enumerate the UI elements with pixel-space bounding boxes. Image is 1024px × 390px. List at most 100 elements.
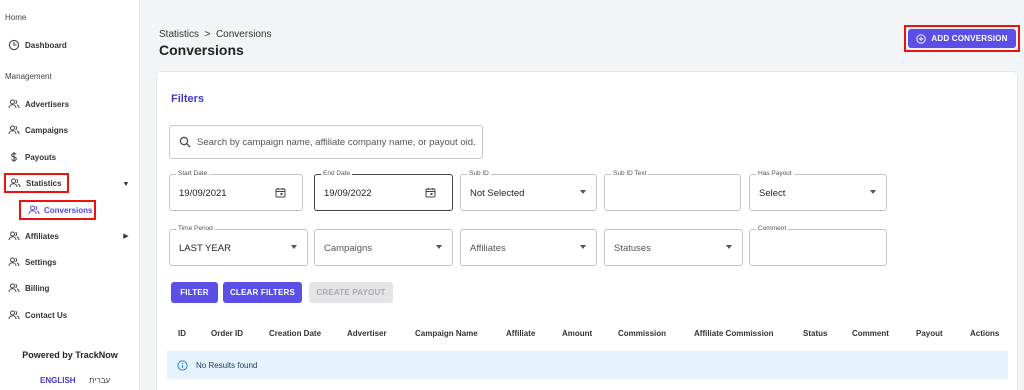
sidebar-item-settings[interactable]: Settings — [8, 253, 57, 271]
column-header-creation-date[interactable]: Creation Date — [269, 329, 321, 338]
search-input[interactable]: Search by campaign name, affiliate compa… — [169, 125, 483, 159]
chevron-down-icon — [291, 245, 297, 249]
users-icon — [8, 283, 20, 293]
chevron-down-icon — [580, 190, 586, 194]
end-date-value: 19/09/2022 — [324, 188, 372, 199]
time-period-select[interactable]: Time Period LAST YEAR — [169, 225, 308, 266]
page-title: Conversions — [159, 42, 244, 58]
search-icon — [179, 136, 191, 148]
sub-id-select[interactable]: Sub ID Not Selected — [460, 170, 597, 211]
users-icon — [8, 310, 20, 320]
clear-filters-button[interactable]: CLEAR FILTERS — [223, 282, 302, 303]
sidebar-item-payouts[interactable]: Payouts — [8, 148, 56, 166]
sub-id-label: Sub ID — [467, 170, 491, 177]
column-header-amount[interactable]: Amount — [562, 329, 592, 338]
sidebar: Home Dashboard Management Advertisers Ca… — [0, 0, 140, 390]
calendar-icon[interactable] — [275, 187, 286, 198]
sidebar-item-contact-us[interactable]: Contact Us — [8, 306, 67, 324]
calendar-icon[interactable] — [425, 187, 436, 198]
sidebar-section-management: Management — [5, 72, 52, 81]
sidebar-item-label: Billing — [25, 283, 50, 293]
empty-results-alert: No Results found — [167, 351, 1008, 379]
affiliates-select[interactable]: Affiliates — [460, 229, 597, 266]
comment-label: Comment — [756, 225, 789, 232]
has-payout-value: Select — [759, 188, 786, 199]
add-conversion-highlight: ADD CONVERSION — [904, 25, 1020, 52]
add-conversion-label: ADD CONVERSION — [931, 34, 1008, 43]
statuses-placeholder: Statuses — [614, 243, 651, 254]
column-header-comment[interactable]: Comment — [852, 329, 889, 338]
time-period-label: Time Period — [176, 225, 215, 232]
sidebar-item-billing[interactable]: Billing — [8, 279, 49, 297]
powered-by: Powered by TrackNow — [22, 350, 118, 360]
add-conversion-button[interactable]: ADD CONVERSION — [908, 29, 1016, 48]
create-payout-button: CREATE PAYOUT — [309, 282, 393, 303]
users-icon — [8, 99, 20, 109]
sidebar-item-label: Conversions — [44, 205, 93, 215]
sidebar-item-label: Dashboard — [25, 40, 67, 50]
users-icon — [8, 231, 20, 241]
search-placeholder: Search by campaign name, affiliate compa… — [197, 136, 476, 148]
sidebar-item-label: Contact Us — [25, 310, 68, 320]
sidebar-item-label: Campaigns — [25, 125, 69, 135]
campaigns-select[interactable]: Campaigns — [314, 229, 453, 266]
users-icon — [9, 178, 21, 188]
column-header-id[interactable]: ID — [178, 329, 186, 338]
clock-icon — [8, 39, 20, 51]
sidebar-item-statistics[interactable]: Statistics — [4, 173, 69, 193]
has-payout-select[interactable]: Has Payout Select — [749, 170, 887, 211]
has-payout-label: Has Payout — [756, 170, 794, 177]
info-icon — [177, 359, 188, 371]
column-header-status[interactable]: Status — [803, 329, 827, 338]
affiliates-placeholder: Affiliates — [470, 243, 506, 254]
column-header-affiliate[interactable]: Affiliate — [506, 329, 535, 338]
start-date-label: Start Date — [176, 170, 210, 177]
sidebar-section-home: Home — [5, 13, 27, 22]
users-icon — [28, 205, 40, 215]
language-hebrew[interactable]: עברית — [89, 376, 110, 385]
breadcrumb: Statistics > Conversions — [159, 29, 272, 40]
comment-field[interactable]: Comment — [749, 225, 887, 266]
sidebar-item-label: Settings — [25, 257, 57, 267]
language-english[interactable]: ENGLISH — [40, 376, 76, 385]
start-date-value: 19/09/2021 — [179, 188, 227, 199]
filter-button[interactable]: FILTER — [171, 282, 218, 303]
filters-title: Filters — [171, 93, 205, 105]
chevron-right-icon[interactable]: ▶ — [122, 232, 130, 240]
end-date-field[interactable]: End Date 19/09/2022 — [314, 170, 453, 211]
sub-id-text-field[interactable]: Sub ID Text — [604, 170, 741, 211]
column-header-payout[interactable]: Payout — [916, 329, 943, 338]
sub-id-value: Not Selected — [470, 188, 525, 199]
campaigns-placeholder: Campaigns — [324, 243, 373, 254]
sidebar-item-dashboard[interactable]: Dashboard — [8, 36, 67, 54]
sidebar-item-label: Payouts — [25, 152, 57, 162]
empty-results-message: No Results found — [196, 360, 258, 370]
column-header-actions: Actions — [970, 329, 1000, 338]
users-icon — [8, 125, 20, 135]
statuses-select[interactable]: Statuses — [604, 229, 743, 266]
time-period-value: LAST YEAR — [179, 243, 231, 254]
column-header-campaign-name[interactable]: Campaign Name — [415, 329, 478, 338]
sidebar-item-conversions[interactable]: Conversions — [19, 200, 96, 220]
sidebar-item-label: Affiliates — [25, 231, 59, 241]
sidebar-item-advertisers[interactable]: Advertisers — [8, 95, 69, 113]
sidebar-item-affiliates[interactable]: Affiliates — [8, 227, 59, 245]
column-header-affiliate-commission[interactable]: Affiliate Commission — [694, 329, 774, 338]
sub-id-text-label: Sub ID Text — [611, 170, 649, 177]
start-date-field[interactable]: Start Date 19/09/2021 — [169, 170, 303, 211]
users-icon — [8, 257, 20, 267]
chevron-down-icon[interactable]: ▼ — [122, 180, 130, 188]
sidebar-item-label: Advertisers — [25, 99, 70, 109]
column-header-order-id[interactable]: Order ID — [211, 329, 243, 338]
column-header-advertiser[interactable]: Advertiser — [347, 329, 387, 338]
column-header-commission[interactable]: Commission — [618, 329, 666, 338]
dollar-icon — [11, 152, 17, 162]
end-date-label: End Date — [321, 170, 353, 177]
chevron-down-icon — [580, 245, 586, 249]
plus-circle-icon — [916, 33, 927, 44]
sidebar-item-label: Statistics — [26, 178, 62, 188]
chevron-down-icon — [726, 245, 732, 249]
chevron-down-icon — [436, 245, 442, 249]
sidebar-item-campaigns[interactable]: Campaigns — [8, 121, 68, 139]
chevron-down-icon — [870, 190, 876, 194]
